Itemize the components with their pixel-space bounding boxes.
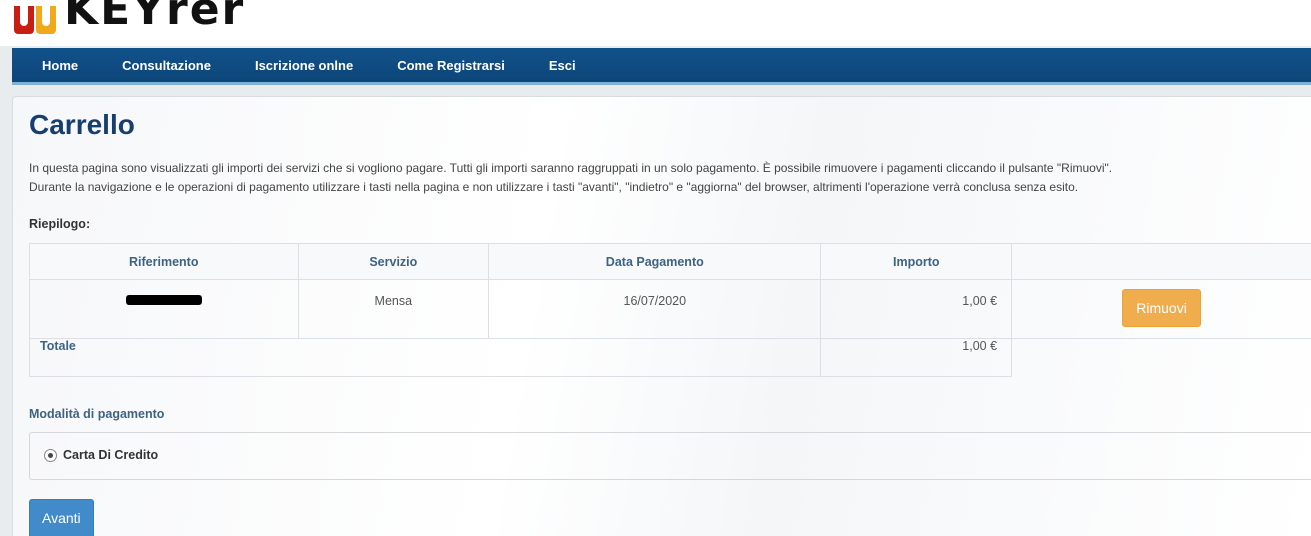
payment-method-box: Carta Di Credito [29, 432, 1311, 480]
header-riferimento: Riferimento [29, 243, 299, 280]
nav-come-registrarsi[interactable]: Come Registrarsi [397, 58, 505, 73]
logo-text: KEYrer [64, 0, 246, 35]
cell-riferimento [29, 279, 299, 339]
total-value: 1,00 € [820, 338, 1013, 377]
description-line-2: Durante la navigazione e le operazioni d… [29, 180, 1079, 194]
keyrer-logo: KEYrer [12, 0, 245, 34]
description-line-1: In questa pagina sono visualizzati gli i… [29, 161, 1113, 175]
nav-iscrizione-online[interactable]: Iscrizione onlne [255, 58, 353, 73]
cell-importo: 1,00 € [820, 279, 1013, 339]
total-spacer [1012, 339, 1311, 377]
nav-home[interactable]: Home [42, 58, 78, 73]
remove-button[interactable]: Rimuovi [1122, 289, 1201, 327]
total-label: Totale [28, 338, 822, 377]
header-actions [1011, 243, 1311, 280]
header-data-pagamento: Data Pagamento [488, 243, 822, 280]
total-row: Totale 1,00 € [28, 338, 1311, 377]
page-description: In questa pagina sono visualizzati gli i… [29, 159, 1309, 197]
table-header-row: Riferimento Servizio Data Pagamento Impo… [29, 243, 1311, 280]
cell-data: 16/07/2020 [488, 279, 822, 339]
payment-method-label: Modalità di pagamento [29, 407, 165, 421]
header-servizio: Servizio [297, 243, 490, 280]
content-panel: Carrello In questa pagina sono visualizz… [12, 96, 1311, 536]
radio-selected-icon[interactable] [44, 448, 57, 462]
header-logo-bar: KEYrer [0, 0, 1311, 46]
table-row: Mensa 16/07/2020 1,00 € Rimuovi [29, 279, 1311, 339]
main-navbar: Home Consultazione Iscrizione onlne Come… [12, 48, 1311, 85]
cell-actions: Rimuovi [1011, 279, 1311, 339]
header-importo: Importo [820, 243, 1013, 280]
nav-consultazione[interactable]: Consultazione [122, 58, 211, 73]
cell-servizio: Mensa [297, 279, 490, 339]
nav-esci[interactable]: Esci [549, 58, 576, 73]
payment-option-label: Carta Di Credito [63, 448, 159, 462]
redacted-reference [125, 295, 202, 305]
logo-mark-icon [12, 0, 60, 34]
page-title: Carrello [29, 109, 135, 140]
payment-option-credit-card[interactable]: Carta Di Credito [44, 448, 158, 462]
summary-label: Riepilogo: [29, 217, 91, 231]
cart-table: Riferimento Servizio Data Pagamento Impo… [28, 243, 1311, 377]
next-button[interactable]: Avanti [29, 499, 94, 536]
